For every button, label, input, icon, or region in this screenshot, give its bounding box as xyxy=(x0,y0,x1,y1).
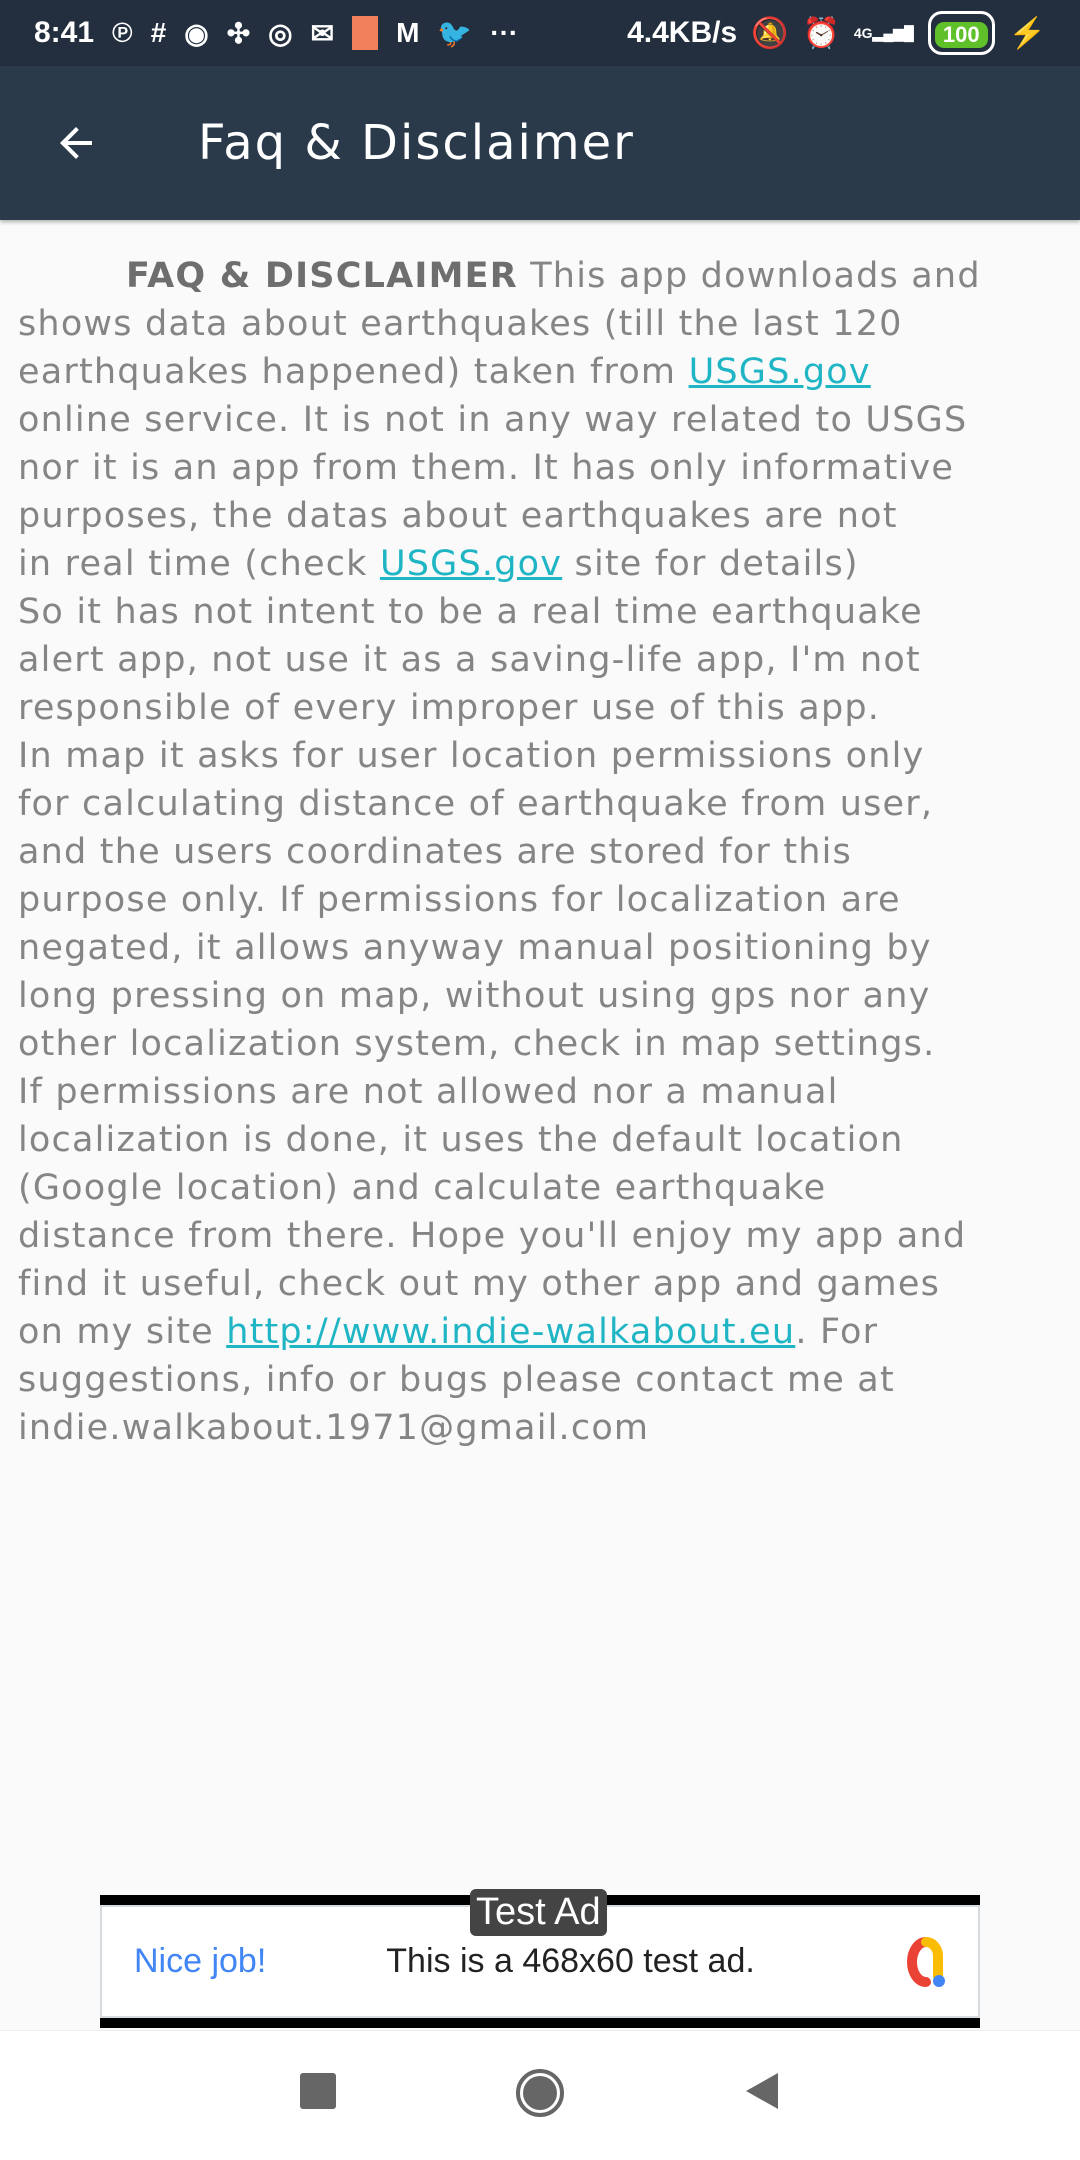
text-line: other localization system, check in map … xyxy=(18,1024,936,1064)
text-line: online service. It is not in any way rel… xyxy=(18,400,968,440)
text-line: So it has not intent to be a real time e… xyxy=(18,592,923,632)
d-app-icon: ◉ xyxy=(184,17,209,49)
text-line: negated, it allows anyway manual positio… xyxy=(18,928,932,968)
text-line: This app downloads and xyxy=(517,256,981,296)
text-line: site for details) xyxy=(562,544,859,584)
text-line: and the users coordinates are stored for… xyxy=(18,832,852,872)
faq-heading: FAQ & DISCLAIMER xyxy=(126,256,518,296)
text-line: earthquakes happened) taken from xyxy=(18,352,689,392)
back-nav-button[interactable] xyxy=(742,2071,782,2111)
text-line: long pressing on map, without using gps … xyxy=(18,976,931,1016)
alarm-icon: ⏰ xyxy=(802,16,840,50)
text-line: on my site xyxy=(18,1312,227,1352)
navigation-bar xyxy=(0,2030,1080,2160)
text-line: distance from there. Hope you'll enjoy m… xyxy=(18,1216,967,1256)
back-button[interactable] xyxy=(36,103,116,183)
usgs-link[interactable]: USGS.gov xyxy=(689,352,871,392)
net-speed: 4.4KB/s xyxy=(627,16,738,49)
text-line: purpose only. If permissions for localiz… xyxy=(18,880,901,920)
status-time: 8:41 xyxy=(34,16,95,49)
text-line: purposes, the datas about earthquakes ar… xyxy=(18,496,898,536)
contact-email: indie.walkabout.1971@gmail.com xyxy=(18,1408,650,1448)
gmail-icon: ✉ xyxy=(310,17,335,49)
text-line: suggestions, info or bugs please contact… xyxy=(18,1360,895,1400)
pinterest-icon: ℗ xyxy=(112,17,133,48)
website-link[interactable]: http://www.indie-walkabout.eu xyxy=(226,1312,795,1352)
mute-icon: 🔕 xyxy=(751,16,789,50)
text-line: shows data about earthquakes (till the l… xyxy=(18,304,903,344)
ad-headline[interactable]: Nice job! xyxy=(134,1942,266,1981)
page-title: Faq & Disclaimer xyxy=(198,115,635,171)
text-line: If permissions are not allowed nor a man… xyxy=(18,1072,839,1112)
app-icon xyxy=(352,16,379,50)
signal-icon: 4G▂▄▆█ xyxy=(853,24,914,41)
recents-button[interactable] xyxy=(298,2071,338,2111)
instagram-icon: ◎ xyxy=(268,17,293,49)
arrow-left-icon xyxy=(60,127,92,159)
text-line: for calculating distance of earthquake f… xyxy=(18,784,934,824)
text-line: in real time (check xyxy=(18,544,380,584)
usgs-link[interactable]: USGS.gov xyxy=(380,544,562,584)
text-line: In map it asks for user location permiss… xyxy=(18,736,925,776)
app-toolbar: Faq & Disclaimer xyxy=(0,66,1080,220)
status-bar: 8:41 ℗ # ◉ ✣ ◎ ✉ M 🐦 ··· 4.4KB/s 🔕 ⏰ 4G▂… xyxy=(0,0,1080,66)
twitter-icon: 🐦 xyxy=(437,17,473,49)
slack-icon: # xyxy=(150,17,167,48)
ad-banner[interactable]: Test Ad Nice job! This is a 468x60 test … xyxy=(100,1889,980,2028)
test-ad-label: Test Ad xyxy=(470,1889,607,1936)
home-button[interactable] xyxy=(514,2067,566,2119)
battery-level: 100 xyxy=(934,22,988,48)
ad-text[interactable]: This is a 468x60 test ad. xyxy=(386,1942,755,1981)
text-line: responsible of every improper use of thi… xyxy=(18,688,881,728)
ad-content[interactable]: Test Ad Nice job! This is a 468x60 test … xyxy=(100,1889,980,2018)
text-line: alert app, not use it as a saving-life a… xyxy=(18,640,921,680)
faq-text: FAQ & DISCLAIMER This app downloads and … xyxy=(18,252,1078,1452)
text-line: find it useful, check out my other app a… xyxy=(18,1264,941,1304)
network-type: 4G xyxy=(853,24,873,41)
charging-icon: ⚡ xyxy=(1008,16,1046,50)
text-line: (Google location) and calculate earthqua… xyxy=(18,1168,827,1208)
text-line: . For xyxy=(795,1312,879,1352)
text-line: nor it is an app from them. It has only … xyxy=(18,448,955,488)
text-line: localization is done, it uses the defaul… xyxy=(18,1120,904,1160)
more-icon: ··· xyxy=(490,17,519,48)
pinwheel-icon: ✣ xyxy=(226,17,251,49)
battery-icon: 100 xyxy=(927,11,995,55)
medium-icon: M xyxy=(396,17,420,48)
admob-logo-icon xyxy=(907,1936,945,1987)
